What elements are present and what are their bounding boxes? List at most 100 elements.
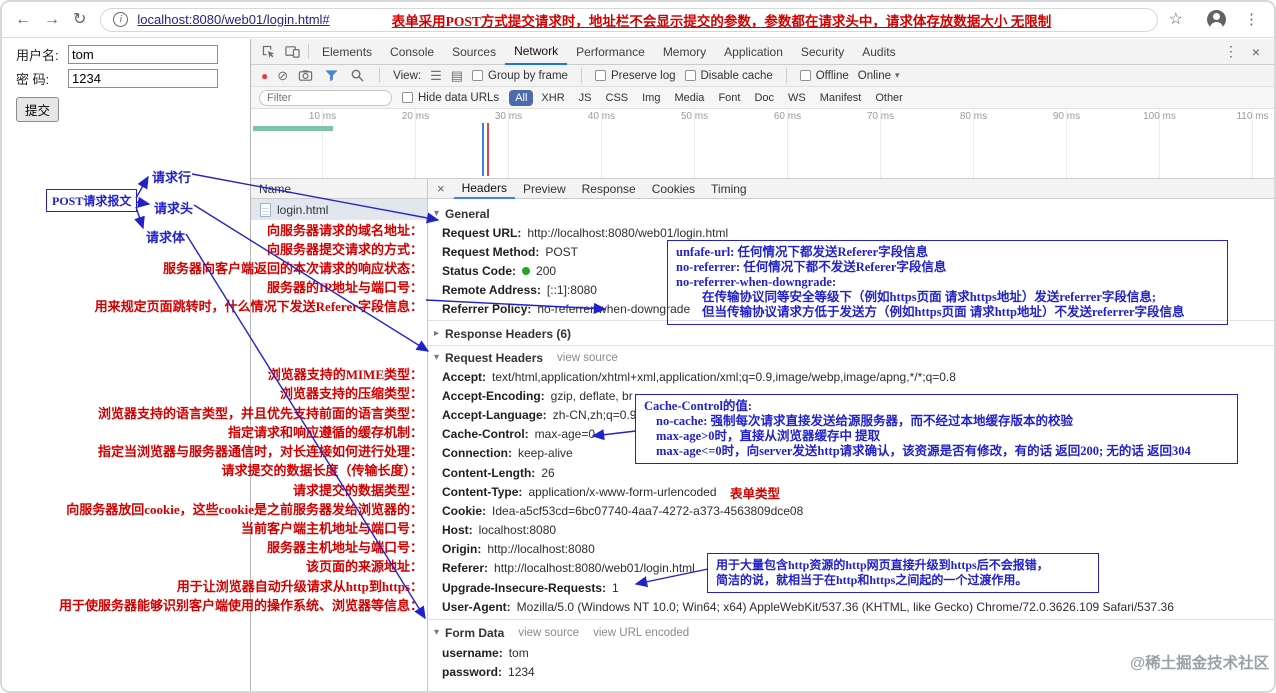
filter-pill[interactable]: Font [712, 90, 746, 106]
document-icon [260, 202, 271, 217]
detail-tab[interactable]: Cookies [644, 180, 703, 198]
timeline-labels: 10 ms 20 ms 30 ms 40 ms 50 ms 60 ms 70 ms 80 ms… [251, 111, 1274, 122]
devtools-tab[interactable]: Audits [853, 40, 904, 64]
username-field[interactable] [68, 45, 218, 64]
view-list-icon[interactable]: ☰ [430, 69, 442, 82]
view-url-encoded-link[interactable]: view URL encoded [593, 627, 689, 639]
timeline-tick-label: 90 ms [1052, 111, 1081, 122]
detail-tab[interactable]: Headers [453, 179, 515, 199]
checkbox-icon [799, 70, 811, 81]
profile-avatar[interactable] [1207, 10, 1226, 29]
detail-tab[interactable]: Timing [703, 180, 755, 198]
domcontentloaded-marker [482, 123, 484, 176]
back-icon[interactable]: ← [15, 11, 31, 28]
checkbox-icon [472, 70, 484, 81]
throttling-select[interactable]: Online ▾ [858, 70, 900, 82]
overview-request-bar [253, 126, 333, 131]
filter-pill[interactable]: Other [869, 90, 909, 106]
password-field[interactable] [68, 69, 218, 88]
general-rows: Request URL: http://localhost:8080/web01/… [428, 223, 1274, 318]
devtools-tab[interactable]: Memory [654, 40, 715, 64]
request-row[interactable]: login.html [251, 199, 427, 220]
filter-pill[interactable]: All [509, 89, 534, 106]
filter-pill[interactable]: WS [782, 90, 812, 106]
devtools-close-icon[interactable]: × [1252, 44, 1260, 60]
request-detail-pane: × Headers Preview Response Cookies Timing ▾ … [427, 179, 1274, 691]
filter-pill[interactable]: JS [573, 90, 598, 106]
devtools-tabs: Elements Console Sources Network Performance… [313, 39, 905, 65]
devtools-tab[interactable]: Network [505, 39, 568, 65]
header-row: Host: localhost:8080 [442, 523, 557, 538]
submit-button[interactable]: 提交 [16, 97, 60, 122]
load-event-marker [487, 123, 489, 176]
checkbox-icon [402, 92, 413, 103]
record-icon[interactable]: ● [261, 70, 268, 82]
general-section-header[interactable]: ▾ General [434, 204, 1274, 223]
device-toolbar-icon[interactable] [280, 40, 304, 64]
network-overview-timeline[interactable]: 10 ms 20 ms 30 ms 40 ms 50 ms 60 ms 70 ms 80 ms… [251, 109, 1274, 179]
timeline-tick-label: 30 ms [494, 111, 523, 122]
filter-pill[interactable]: CSS [600, 90, 635, 106]
watermark: @稀土掘金技术社区 [1130, 655, 1270, 672]
divider [785, 68, 787, 83]
triangle-open-icon: ▾ [434, 208, 440, 219]
filter-input[interactable] [259, 89, 392, 106]
group-by-frame-checkbox[interactable]: Group by frame [472, 70, 568, 82]
header-row: Origin: http://localhost:8080 [442, 542, 595, 557]
timeline-tick-label: 110 ms [1236, 111, 1269, 122]
filter-pill[interactable]: XHR [535, 90, 570, 106]
header-row: Content-Length: 26 [442, 465, 555, 480]
capture-screenshots-icon[interactable] [297, 67, 314, 84]
header-row: Cache-Control: max-age=0 [442, 427, 596, 442]
timeline-tick-label: 100 ms [1143, 111, 1176, 122]
address-bar[interactable]: i localhost:8080/web01/login.html# 表单采用P… [100, 7, 1158, 32]
refresh-icon[interactable]: ↻ [73, 11, 86, 28]
devtools-tab[interactable]: Elements [313, 40, 381, 64]
devtools-tab[interactable]: Application [715, 40, 792, 64]
view-source-link[interactable]: view source [557, 352, 618, 364]
detail-tab[interactable]: Preview [515, 180, 574, 198]
headers-panel: ▾ General Request URL: http://localhost:8… [428, 199, 1274, 691]
request-headers-section-header[interactable]: ▾ Request Headers view source [434, 348, 1274, 367]
url-text[interactable]: localhost:8080/web01/login.html# [137, 12, 329, 27]
devtools-tabbar: Elements Console Sources Network Performance… [251, 39, 1274, 65]
preserve-log-checkbox[interactable]: Preserve log [594, 70, 676, 82]
forward-icon[interactable]: → [44, 11, 60, 28]
inspect-element-icon[interactable] [256, 40, 280, 64]
devtools-tab[interactable]: Performance [567, 40, 654, 64]
devtools-overflow-icon[interactable]: ⋮ [1224, 43, 1238, 60]
header-row: Request Method: POST [442, 244, 579, 259]
header-row: Upgrade-Insecure-Requests: 1 [442, 580, 619, 595]
hide-data-urls-checkbox[interactable]: Hide data URLs [402, 92, 499, 104]
clear-icon[interactable]: ⊘ [277, 69, 288, 82]
response-headers-section-header[interactable]: ▸ Response Headers (6) [434, 324, 1274, 343]
timeline-tick-label: 40 ms [587, 111, 616, 122]
search-icon[interactable] [349, 67, 366, 84]
devtools-tab[interactable]: Security [792, 40, 853, 64]
devtools-tab[interactable]: Console [381, 40, 443, 64]
offline-checkbox[interactable]: Offline [799, 70, 849, 82]
bookmark-star-icon[interactable]: ☆ [1169, 11, 1183, 28]
header-row: Remote Address: [::1]:8080 [442, 282, 597, 297]
view-grid-icon[interactable]: ▤ [451, 69, 463, 82]
timeline-tick-label: 80 ms [959, 111, 988, 122]
triangle-open-icon: ▾ [434, 627, 440, 638]
filter-pill[interactable]: Manifest [814, 90, 868, 106]
view-source-link[interactable]: view source [518, 627, 579, 639]
close-detail-icon[interactable]: × [437, 181, 445, 196]
devtools-tab[interactable]: Sources [443, 40, 505, 64]
filter-pill[interactable]: Media [668, 90, 710, 106]
name-column-header[interactable]: Name [251, 179, 427, 199]
disable-cache-checkbox[interactable]: Disable cache [684, 70, 773, 82]
page-content: 用户名: 密 码: 提交 [2, 39, 250, 691]
divider [428, 619, 1274, 620]
filter-pill[interactable]: Img [636, 90, 666, 106]
detail-tab[interactable]: Response [574, 180, 644, 198]
filter-icon[interactable] [323, 67, 340, 84]
timeline-tick-label: 50 ms [680, 111, 709, 122]
header-row: Status Code: 200 [442, 263, 557, 278]
form-data-section-header[interactable]: ▾ Form Data view source view URL encoded [434, 623, 1274, 642]
filter-pill[interactable]: Doc [748, 90, 780, 106]
page-info-icon[interactable]: i [113, 12, 129, 27]
browser-menu-icon[interactable]: ⋮ [1244, 12, 1259, 27]
